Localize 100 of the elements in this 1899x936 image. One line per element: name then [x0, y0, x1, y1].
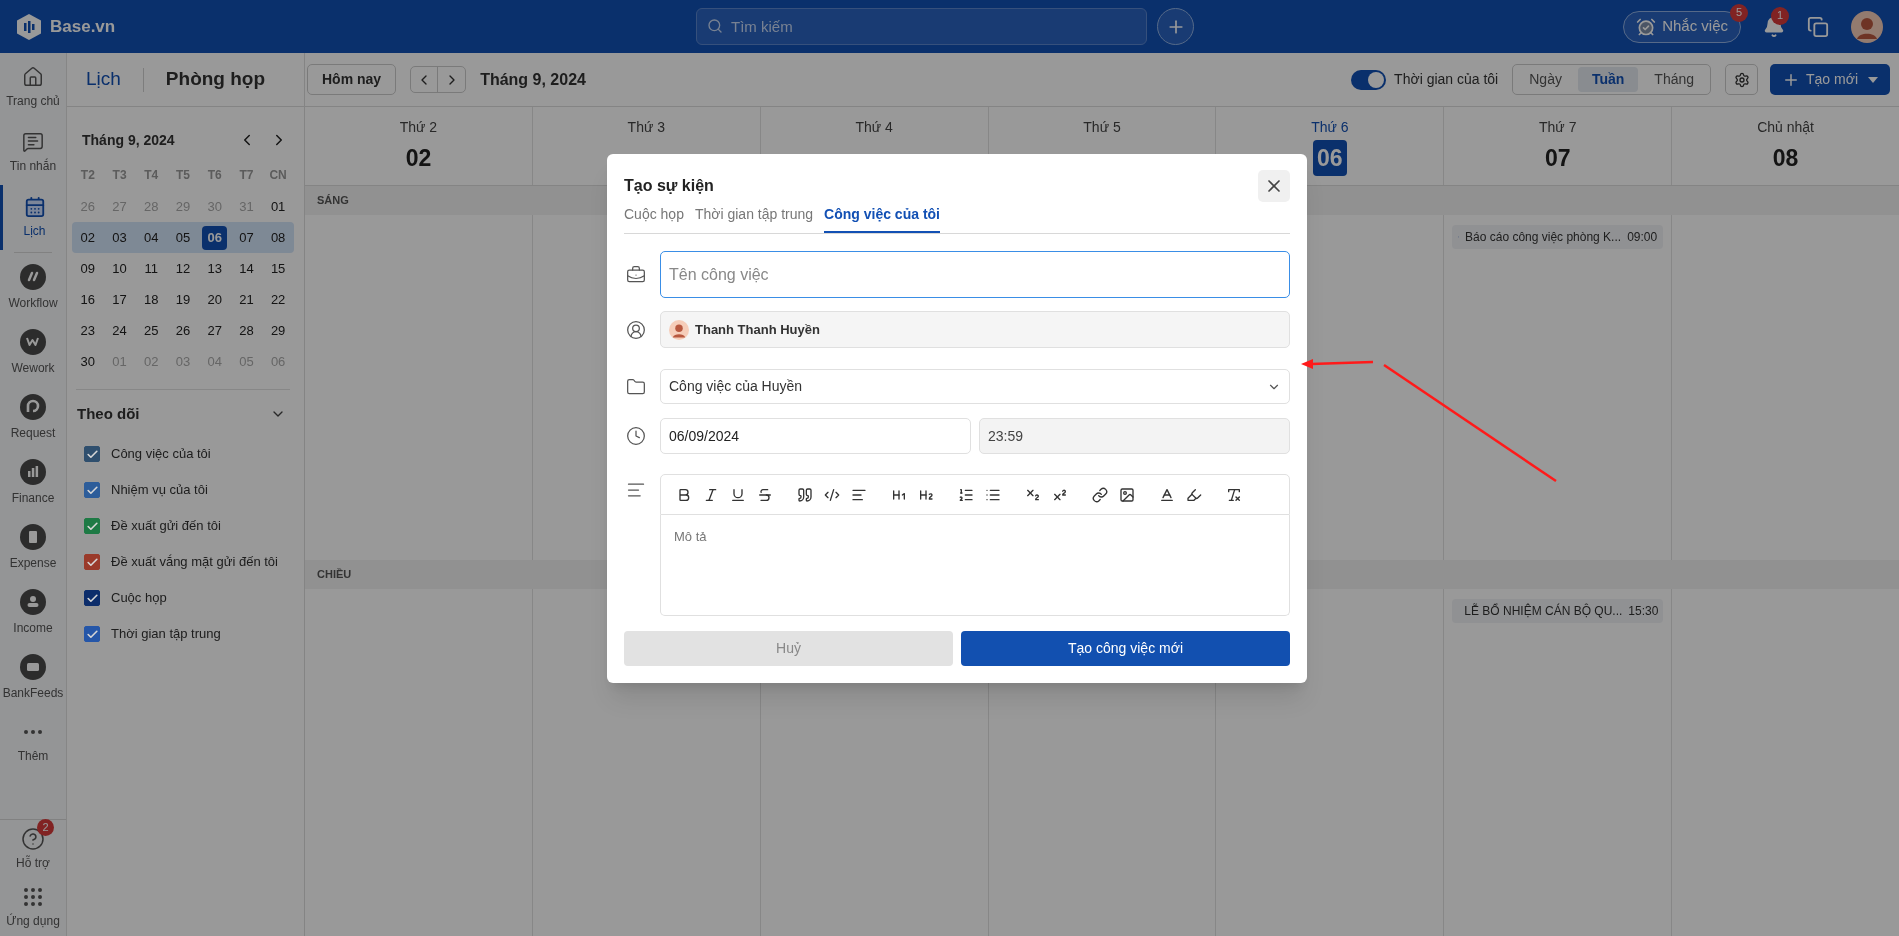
image-button[interactable]	[1118, 486, 1135, 503]
date-cell[interactable]: 01	[265, 194, 291, 219]
nav-item[interactable]: BankFeeds	[0, 645, 66, 710]
checkbox[interactable]	[84, 626, 100, 642]
view-tab[interactable]: Lịch	[86, 65, 121, 94]
event-time: 09:00	[1627, 229, 1658, 246]
weekday-label: T7	[238, 167, 255, 184]
settings-button[interactable]	[1725, 64, 1759, 95]
link-button[interactable]	[1091, 486, 1108, 503]
date-cell[interactable]: 20	[202, 287, 228, 312]
cancel-button[interactable]: Huỷ	[624, 631, 953, 666]
nav-item[interactable]: Expense	[0, 515, 66, 580]
weekday-header: Thứ 2	[399, 118, 438, 137]
weekday-label: T3	[111, 167, 128, 184]
today-button[interactable]: Hôm nay	[307, 64, 397, 95]
event-chip[interactable]: Báo cáo công việc phòng K... 09:00	[1452, 225, 1664, 249]
follow-label: Đề xuất gửi đến tôi	[111, 517, 221, 536]
date-cell[interactable]: 26	[170, 318, 196, 343]
nav-item[interactable]: Tin nhắn	[0, 120, 66, 185]
date-cell[interactable]: 19	[170, 287, 196, 312]
date-cell[interactable]: 06	[202, 225, 228, 250]
date-cell[interactable]: 02	[75, 225, 101, 250]
numbered-list-button[interactable]	[957, 486, 974, 503]
underline-button[interactable]	[729, 486, 746, 503]
nav-item[interactable]: Ứng dụng	[0, 878, 66, 936]
view-mode-tab[interactable]: Tuần	[1577, 67, 1639, 92]
request-logo-icon	[20, 393, 46, 420]
date-cell[interactable]: 13	[202, 256, 228, 281]
help-icon	[21, 826, 45, 851]
search-field[interactable]: Tìm kiếm	[696, 8, 1147, 45]
date-cell[interactable]: 25	[138, 318, 164, 343]
checkbox[interactable]	[84, 554, 100, 570]
date-cell[interactable]: 14	[233, 256, 259, 281]
date-cell[interactable]: 27	[202, 318, 228, 343]
text-color-button[interactable]	[1158, 486, 1175, 503]
help-count-badge: 2	[37, 818, 54, 836]
strikethrough-button[interactable]	[756, 486, 773, 503]
date-cell[interactable]: 18	[138, 287, 164, 312]
close-button[interactable]	[1258, 170, 1290, 202]
date-cell[interactable]: 22	[265, 287, 291, 312]
nav-item[interactable]: Income	[0, 580, 66, 645]
date-cell[interactable]: 23	[75, 318, 101, 343]
cards-icon[interactable]	[1807, 15, 1829, 38]
date-cell[interactable]: 16	[75, 287, 101, 312]
date-cell[interactable]: 24	[107, 318, 133, 343]
check-icon	[85, 483, 99, 497]
nav-item[interactable]: Workflow	[0, 255, 66, 320]
date-cell[interactable]: 29	[265, 318, 291, 343]
date-cell[interactable]: 09	[75, 256, 101, 281]
dialog-tab[interactable]: Thời gian tập trung	[694, 204, 814, 233]
create-task-button[interactable]: Tạo công việc mới	[961, 631, 1290, 666]
checkbox[interactable]	[84, 518, 100, 534]
clear-format-button[interactable]	[1225, 486, 1242, 503]
date-cell[interactable]: 08	[265, 225, 291, 250]
view-mode-tab[interactable]: Tháng	[1640, 67, 1709, 92]
my-time-toggle[interactable]	[1351, 69, 1387, 90]
dialog-tab[interactable]: Cuộc họp	[624, 204, 684, 233]
quote-button[interactable]	[796, 486, 813, 503]
project-select[interactable]: Công việc của Huyền	[660, 369, 1290, 404]
task-name-field[interactable]: Tên công việc	[660, 251, 1290, 298]
follow-label: Cuộc họp	[111, 589, 167, 608]
day-number[interactable]: 08	[1772, 140, 1799, 176]
checkbox[interactable]	[84, 590, 100, 606]
description-field[interactable]: Mô tả	[660, 515, 1290, 616]
day-number[interactable]: 02	[405, 140, 432, 176]
day-number[interactable]: 07	[1544, 140, 1571, 176]
date-cell[interactable]: 21	[233, 287, 259, 312]
code-button[interactable]	[823, 486, 840, 503]
nav-item[interactable]: Finance	[0, 450, 66, 515]
add-button[interactable]	[1157, 8, 1194, 45]
nav-item[interactable]: Thêm	[0, 710, 66, 775]
date-cell[interactable]: 10	[107, 256, 133, 281]
highlight-button[interactable]	[1185, 486, 1202, 503]
checkbox[interactable]	[84, 482, 100, 498]
date-cell[interactable]: 05	[170, 225, 196, 250]
date-cell[interactable]: 11	[138, 256, 164, 281]
checkbox[interactable]	[84, 446, 100, 462]
create-button[interactable]: Tạo mới	[1770, 64, 1890, 95]
nav-item[interactable]: Request	[0, 385, 66, 450]
view-tab[interactable]: Phòng họp	[165, 65, 266, 94]
date-cell[interactable]: 17	[107, 287, 133, 312]
date-cell[interactable]: 04	[138, 225, 164, 250]
dialog-tab[interactable]: Công việc của tôi	[824, 204, 940, 233]
weekday-header: Chủ nhật	[1757, 118, 1814, 137]
nav-item[interactable]: 2 Hỗ trợ	[0, 820, 66, 878]
nav-item[interactable]: Trang chủ	[0, 55, 66, 120]
day-number[interactable]: 06	[1313, 140, 1347, 176]
bankfeeds-logo-icon	[20, 653, 46, 680]
date-cell[interactable]: 30	[75, 349, 101, 374]
date-cell[interactable]: 03	[107, 225, 133, 250]
date-field[interactable]: 06/09/2024	[660, 418, 971, 454]
date-cell[interactable]: 15	[265, 256, 291, 281]
date-cell[interactable]: 28	[233, 318, 259, 343]
assignee-field[interactable]: Thanh Thanh Huyền	[660, 311, 1290, 348]
date-cell[interactable]: 12	[170, 256, 196, 281]
nav-item[interactable]: Wework	[0, 320, 66, 385]
reminder-count-badge: 5	[1730, 3, 1748, 22]
event-chip[interactable]: LỄ BỔ NHIỆM CÁN BỘ QU... 15:30	[1452, 599, 1664, 623]
view-mode-tab[interactable]: Ngày	[1515, 67, 1576, 92]
date-cell[interactable]: 07	[233, 225, 259, 250]
